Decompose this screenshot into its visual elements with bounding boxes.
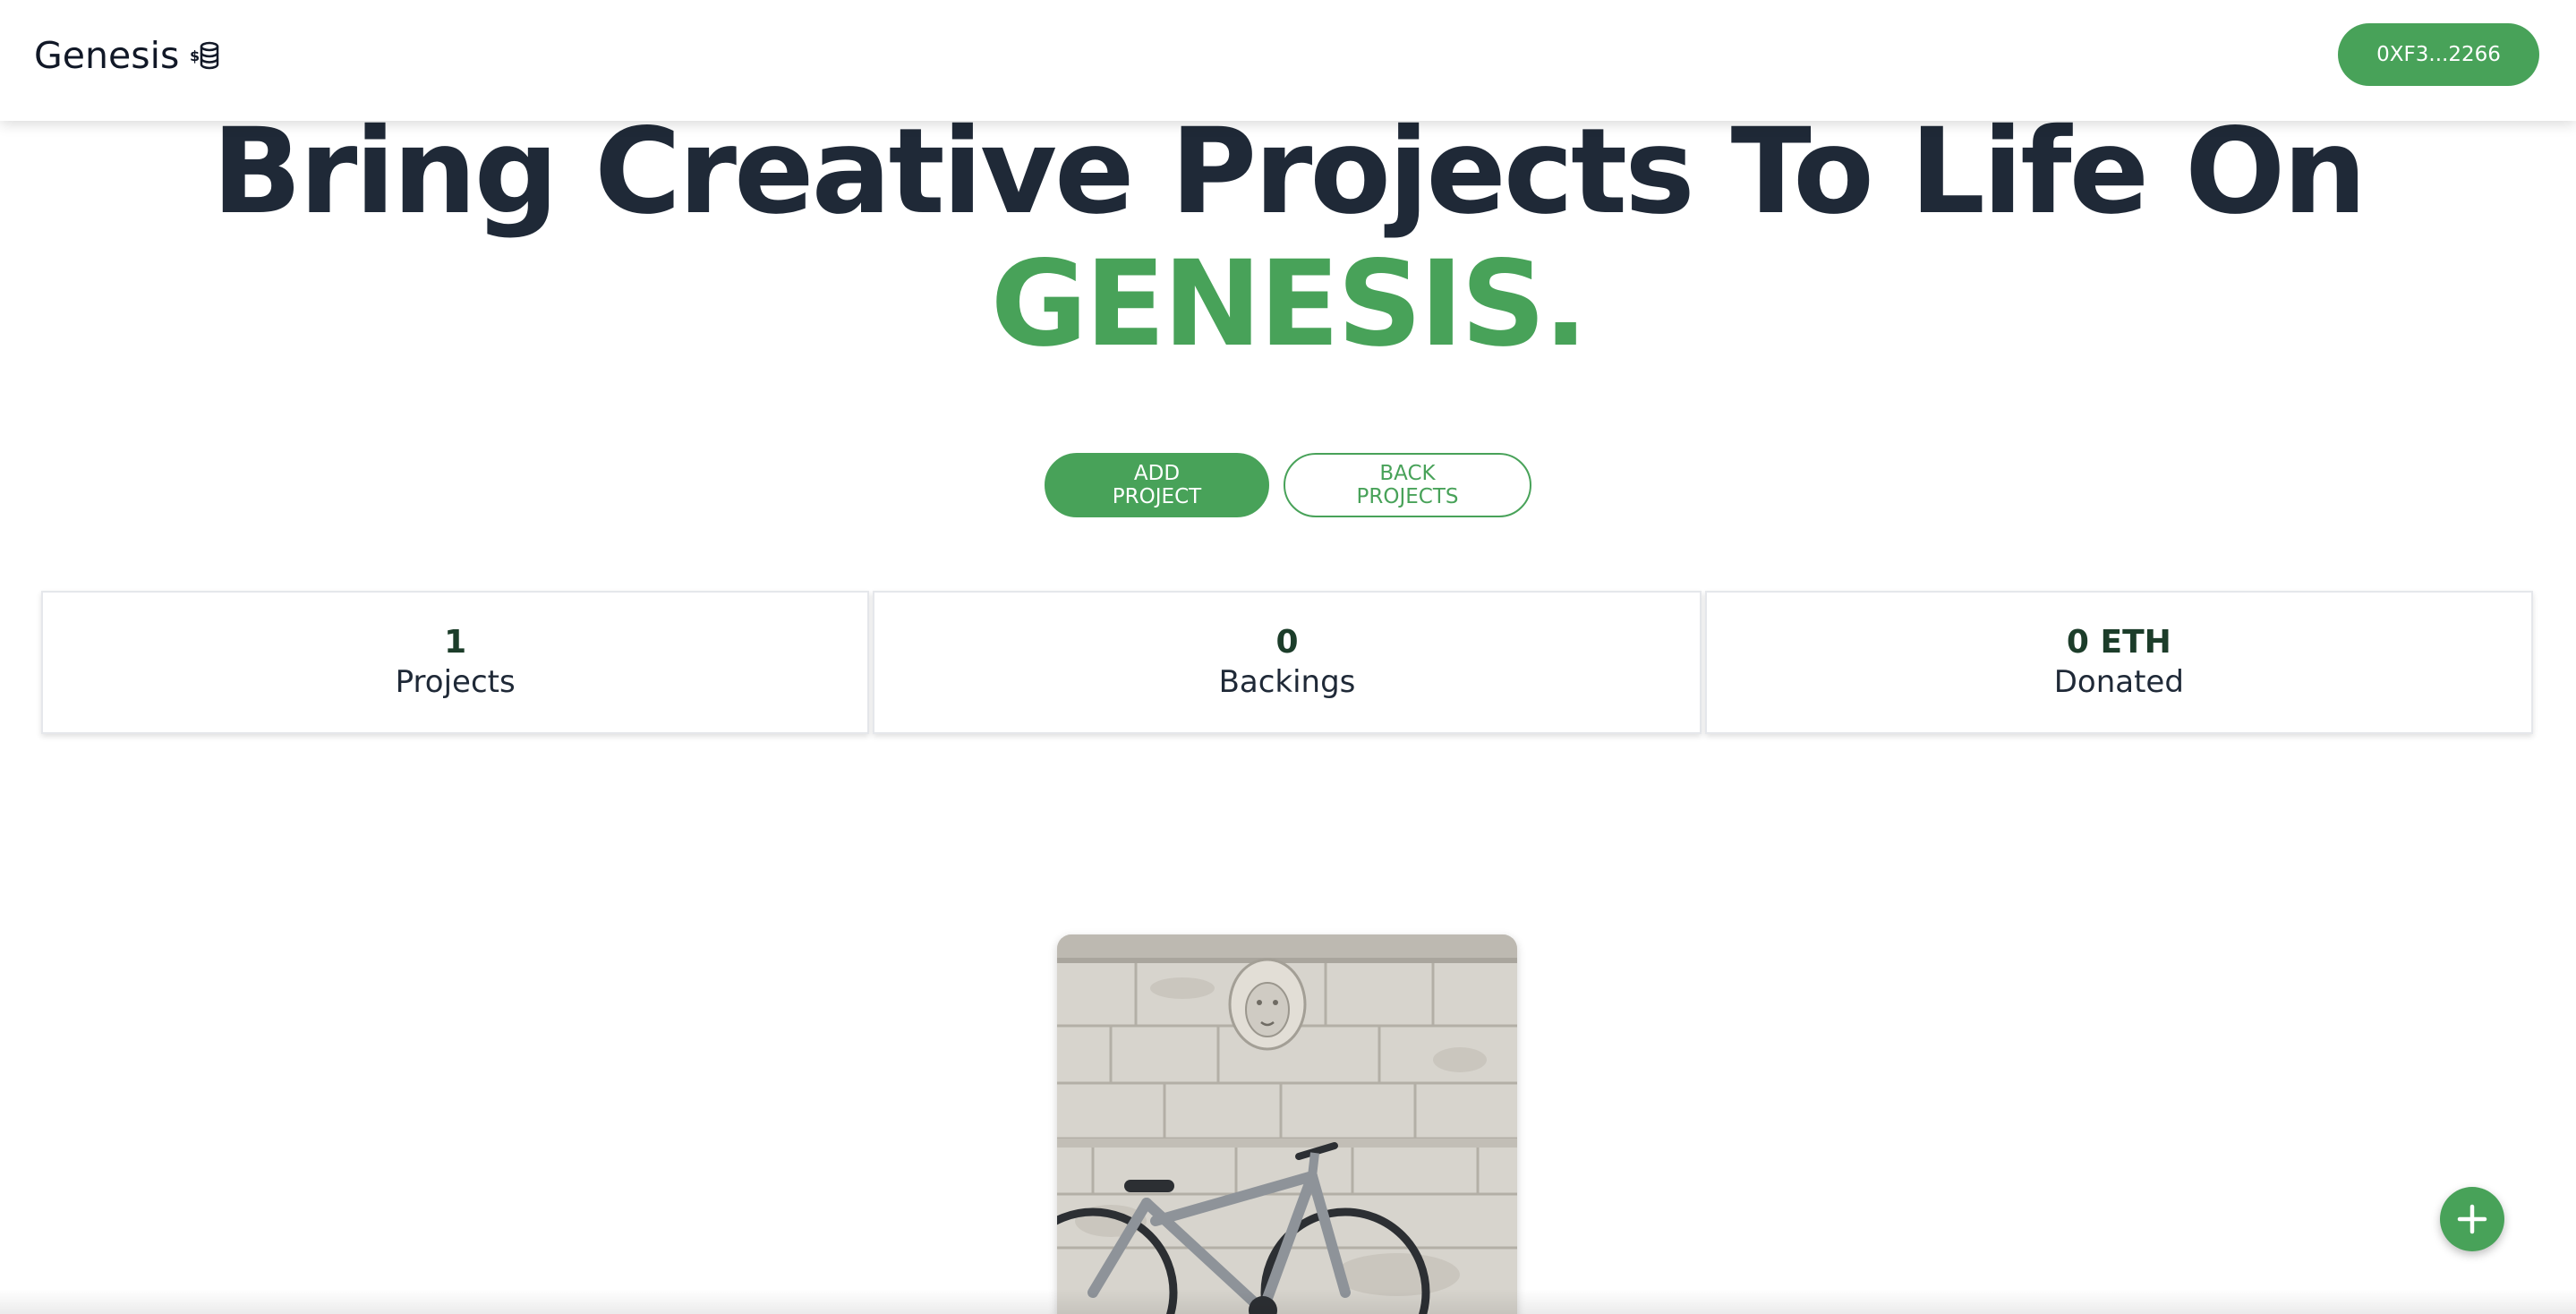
page: Genesis $ 0XF3...2266 Bring Creative Pro… <box>0 0 2576 1314</box>
stat-value: 0 ETH <box>2066 624 2171 661</box>
stat-value: 0 <box>1275 624 1299 661</box>
back-projects-button[interactable]: BACK PROJECTS <box>1284 453 1531 517</box>
svg-text:$: $ <box>190 47 200 64</box>
stat-label: Donated <box>2053 664 2184 700</box>
stat-card-projects: 1 Projects <box>41 591 870 734</box>
plus-icon <box>2457 1204 2487 1234</box>
add-project-fab[interactable] <box>2440 1187 2504 1251</box>
wallet-address-button[interactable]: 0XF3...2266 <box>2338 23 2539 86</box>
stat-label: Backings <box>1218 664 1356 700</box>
coins-icon: $ <box>190 39 222 72</box>
brand-logo-link[interactable]: Genesis $ <box>34 32 222 79</box>
hero-title-line: Bring Creative Projects To Life On <box>211 103 2367 241</box>
top-navbar: Genesis $ 0XF3...2266 <box>0 0 2576 121</box>
project-image <box>1057 934 1517 1314</box>
add-project-button[interactable]: ADD PROJECT <box>1045 453 1269 517</box>
project-card[interactable] <box>1057 934 1517 1314</box>
stat-label: Projects <box>395 664 516 700</box>
hero-actions: ADD PROJECT BACK PROJECTS <box>0 453 2576 517</box>
brand-name: Genesis <box>34 34 180 77</box>
stat-card-backings: 0 Backings <box>873 591 1702 734</box>
stat-value: 1 <box>444 624 467 661</box>
hero-title: Bring Creative Projects To Life On GENES… <box>0 106 2576 371</box>
hero-accent-word: GENESIS. <box>990 235 1589 373</box>
stats-row: 1 Projects 0 Backings 0 ETH Donated <box>41 591 2533 734</box>
stat-card-donated: 0 ETH Donated <box>1704 591 2533 734</box>
